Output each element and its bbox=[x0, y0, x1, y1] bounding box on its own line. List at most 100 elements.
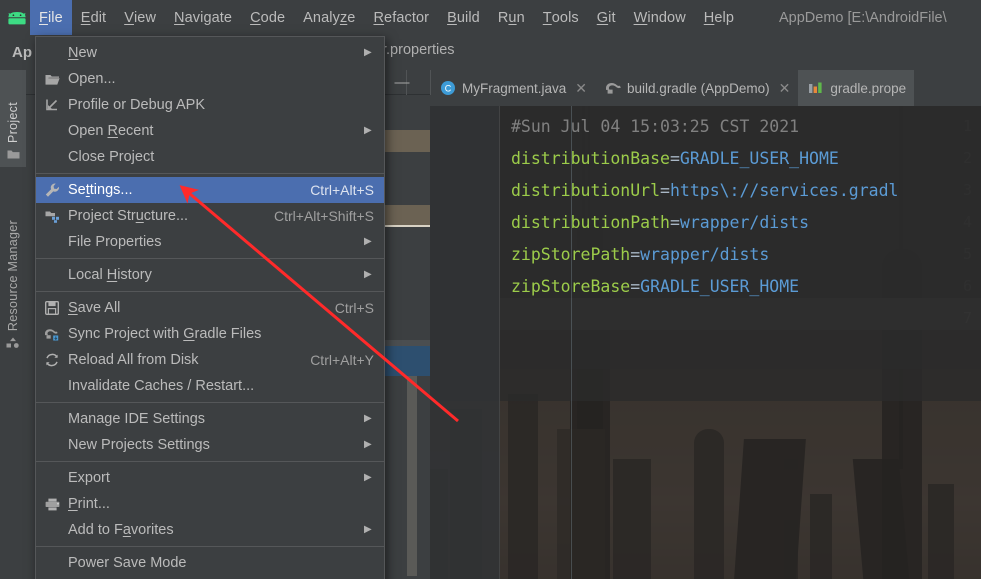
file-dropdown-menu[interactable]: New ▶ Open... Profile or Debug APK Open Rece… bbox=[35, 36, 385, 579]
properties-icon bbox=[808, 80, 824, 96]
gutter-separator bbox=[499, 106, 500, 579]
code-line[interactable]: zipStorePath=wrapper/dists bbox=[511, 245, 769, 264]
menu-item-open-recent[interactable]: Open Recent ▶ bbox=[36, 118, 384, 144]
project-scrollbar[interactable] bbox=[407, 376, 417, 576]
menu-item-label: Invalidate Caches / Restart... bbox=[68, 378, 255, 394]
menu-item-shortcut: Ctrl+S bbox=[334, 300, 374, 316]
menubar-item-run[interactable]: Run bbox=[489, 0, 534, 35]
menu-item-local-history[interactable]: Local History ▶ bbox=[36, 262, 384, 288]
sidebar-item-project[interactable]: Project bbox=[0, 67, 26, 167]
menu-item-label: Close Project bbox=[68, 149, 155, 165]
menu-item-settings[interactable]: Settings... Ctrl+Alt+S bbox=[36, 177, 384, 203]
editor-tab-bar[interactable]: C MyFragment.java ✕ build.gradle (AppDemo) ✕… bbox=[430, 70, 981, 106]
menu-item-export[interactable]: Export ▶ bbox=[36, 465, 384, 491]
menubar-item-refactor[interactable]: Refactor bbox=[364, 0, 438, 35]
chevron-right-icon: ▶ bbox=[364, 125, 372, 136]
menu-item-label: Local History bbox=[68, 267, 152, 283]
menubar-item-help[interactable]: Help bbox=[695, 0, 743, 35]
menubar-item-file[interactable]: File bbox=[30, 0, 72, 35]
menu-item-new-projects-settings[interactable]: New Projects Settings ▶ bbox=[36, 432, 384, 458]
menu-item-power-save-mode[interactable]: Power Save Mode bbox=[36, 550, 384, 576]
resource-manager-icon bbox=[6, 337, 20, 351]
menubar-item-analyze[interactable]: Analy z e bbox=[294, 0, 364, 35]
menu-item-manage-ide-settings[interactable]: Manage IDE Settings ▶ bbox=[36, 406, 384, 432]
menu-item-label: Profile or Debug APK bbox=[68, 97, 206, 113]
editor-tab-build-gradle-appdemo[interactable]: build.gradle (AppDemo) ✕ bbox=[595, 70, 798, 106]
sidebar-item-label: Resource Manager bbox=[6, 219, 20, 331]
menu-item-close-project[interactable]: Close Project bbox=[36, 144, 384, 170]
menu-item-label: Add to Favorites bbox=[68, 522, 174, 538]
gradle-icon bbox=[605, 80, 621, 96]
menu-item-project-structure[interactable]: Project Structure... Ctrl+Alt+Shift+S bbox=[36, 203, 384, 229]
code-line[interactable]: distributionPath=wrapper/dists bbox=[511, 213, 809, 232]
reload-icon bbox=[36, 353, 68, 367]
left-tool-strip[interactable]: Project Resource Manager bbox=[0, 35, 26, 579]
menu-item-label: Manage IDE Settings bbox=[68, 411, 206, 427]
property-value: wrapper/dists bbox=[679, 213, 810, 232]
main-menu-bar[interactable]: File Edit View Navigate Code Analy z e Refactor B… bbox=[0, 0, 981, 35]
menu-item-label: Sync Project with Gradle Files bbox=[68, 326, 262, 342]
menu-item-save-all[interactable]: Save All Ctrl+S bbox=[36, 295, 384, 321]
menu-item-profile-or-debug-apk[interactable]: Profile or Debug APK bbox=[36, 92, 384, 118]
menu-item-label: Open... bbox=[68, 71, 116, 87]
editor-tab-gradle-prope[interactable]: gradle.prope bbox=[798, 70, 915, 106]
menu-item-shortcut: Ctrl+Alt+Shift+S bbox=[274, 208, 374, 224]
sidebar-item-label: Project bbox=[6, 101, 20, 143]
code-line[interactable]: distributionUrl=https\://services.gradl bbox=[511, 181, 898, 200]
code-line[interactable]: #Sun Jul 04 15:03:25 CST 2021 bbox=[511, 117, 799, 136]
code-line[interactable]: zipStoreBase=GRADLE_USER_HOME bbox=[511, 277, 799, 296]
indent-guide bbox=[571, 106, 572, 579]
code-lines[interactable]: #Sun Jul 04 15:03:25 CST 2021 distributio… bbox=[500, 106, 981, 579]
chevron-right-icon: ▶ bbox=[364, 413, 372, 424]
editor-area: 1234567 #Sun Jul 04 15:03:25 CST 2021dis… bbox=[430, 70, 981, 579]
close-tab-icon[interactable]: ✕ bbox=[575, 80, 587, 97]
close-tab-icon[interactable]: ✕ bbox=[779, 80, 791, 97]
property-equals: = bbox=[630, 277, 641, 296]
svg-text:C: C bbox=[445, 84, 452, 94]
save-icon bbox=[36, 301, 68, 315]
menubar-item-git[interactable]: Git bbox=[588, 0, 625, 35]
editor-tab-label: build.gradle (AppDemo) bbox=[627, 80, 770, 96]
menu-item-file-properties[interactable]: File Properties ▶ bbox=[36, 229, 384, 255]
menubar-item-tools[interactable]: Tools bbox=[534, 0, 588, 35]
menubar-item-code[interactable]: Code bbox=[241, 0, 294, 35]
breadcrumb[interactable]: r.properties bbox=[382, 42, 455, 58]
menubar-item-edit[interactable]: Edit bbox=[72, 0, 115, 35]
code-line[interactable]: distributionBase=GRADLE_USER_HOME bbox=[511, 149, 839, 168]
menubar-item-navigate[interactable]: Navigate bbox=[165, 0, 241, 35]
profile-apk-icon bbox=[36, 98, 68, 112]
menubar-item-view[interactable]: View bbox=[115, 0, 165, 35]
property-key: distributionUrl bbox=[511, 181, 661, 200]
minimize-panel-button[interactable]: — bbox=[394, 75, 410, 90]
menu-item-label: Export bbox=[68, 470, 110, 486]
chevron-right-icon: ▶ bbox=[364, 269, 372, 280]
chevron-right-icon: ▶ bbox=[364, 524, 372, 535]
property-equals: = bbox=[669, 149, 680, 168]
menubar-item-window[interactable]: Window bbox=[625, 0, 695, 35]
folder-open-icon bbox=[36, 73, 68, 86]
menu-item-print[interactable]: Print... bbox=[36, 491, 384, 517]
menu-separator bbox=[36, 173, 384, 174]
menubar-item-build[interactable]: Build bbox=[438, 0, 489, 35]
chevron-right-icon: ▶ bbox=[364, 236, 372, 247]
editor-gutter[interactable] bbox=[430, 106, 500, 579]
menu-item-new[interactable]: New ▶ bbox=[36, 40, 384, 66]
property-equals: = bbox=[630, 245, 641, 264]
menu-separator bbox=[36, 461, 384, 462]
menu-item-sync-project-with-gradle-files[interactable]: Sync Project with Gradle Files bbox=[36, 321, 384, 347]
menu-item-add-to-favorites[interactable]: Add to Favorites ▶ bbox=[36, 517, 384, 543]
menu-item-reload-all-from-disk[interactable]: Reload All from Disk Ctrl+Alt+Y bbox=[36, 347, 384, 373]
sidebar-item-resource-manager[interactable]: Resource Manager bbox=[0, 183, 26, 355]
code-comment: #Sun Jul 04 15:03:25 CST 2021 bbox=[511, 117, 800, 136]
editor-tab-myfragment-java[interactable]: C MyFragment.java ✕ bbox=[430, 70, 595, 106]
java-class-icon: C bbox=[440, 80, 456, 96]
menu-item-invalidate-caches-restart[interactable]: Invalidate Caches / Restart... bbox=[36, 373, 384, 399]
project-structure-icon bbox=[36, 210, 68, 223]
menu-item-label: New bbox=[68, 45, 98, 61]
property-equals: = bbox=[669, 213, 680, 232]
menu-item-label: Save All bbox=[68, 300, 121, 316]
menu-item-label: New Projects Settings bbox=[68, 437, 210, 453]
window-title: AppDemo [E:\AndroidFile\ bbox=[779, 9, 947, 26]
menu-item-open[interactable]: Open... bbox=[36, 66, 384, 92]
editor-tab-label: MyFragment.java bbox=[462, 80, 567, 96]
